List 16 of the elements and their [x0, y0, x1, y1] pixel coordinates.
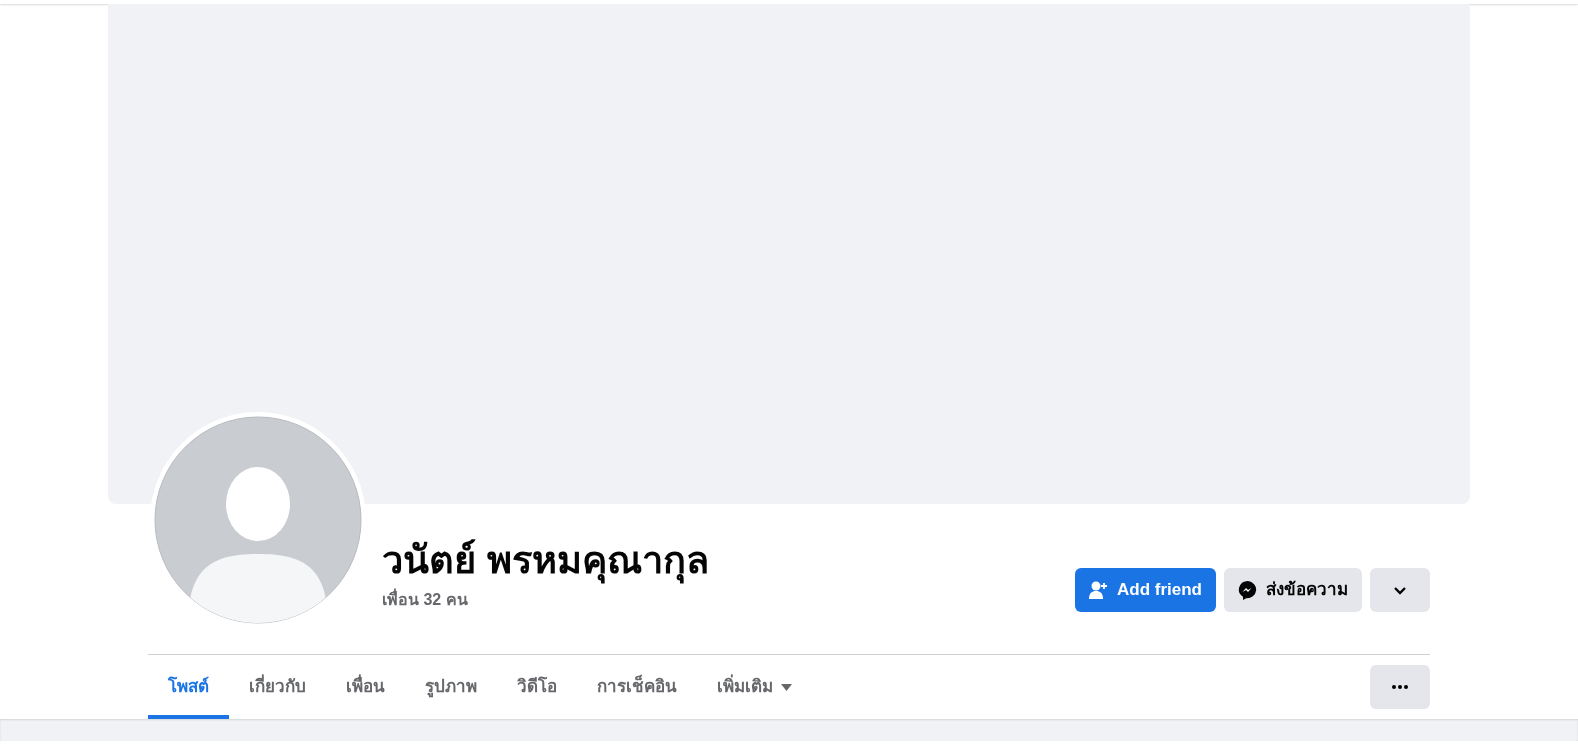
profile-tab[interactable]: วิดีโอ [497, 659, 577, 719]
more-icon [1392, 685, 1408, 689]
more-options-button[interactable] [1370, 665, 1430, 709]
friends-count[interactable]: เพื่อน 32 คน [382, 588, 1075, 612]
profile-name: วนัตย์ พรหมคุณากุล [382, 538, 710, 584]
message-button[interactable]: ส่งข้อความ [1224, 568, 1362, 612]
profile-tab[interactable]: รูปภาพ [405, 659, 497, 719]
messenger-icon [1238, 580, 1258, 600]
profile-tab[interactable]: เกี่ยวกับ [229, 659, 326, 719]
dropdown-button[interactable] [1370, 568, 1430, 612]
profile-tab[interactable]: เพื่อน [326, 659, 405, 719]
add-friend-button[interactable]: Add friend [1075, 568, 1216, 612]
profile-tab[interactable]: เพิ่มเติม [697, 659, 812, 719]
add-person-icon [1089, 581, 1109, 599]
profile-tab[interactable]: การเช็คอิน [577, 659, 697, 719]
chevron-down-icon [1393, 585, 1407, 595]
